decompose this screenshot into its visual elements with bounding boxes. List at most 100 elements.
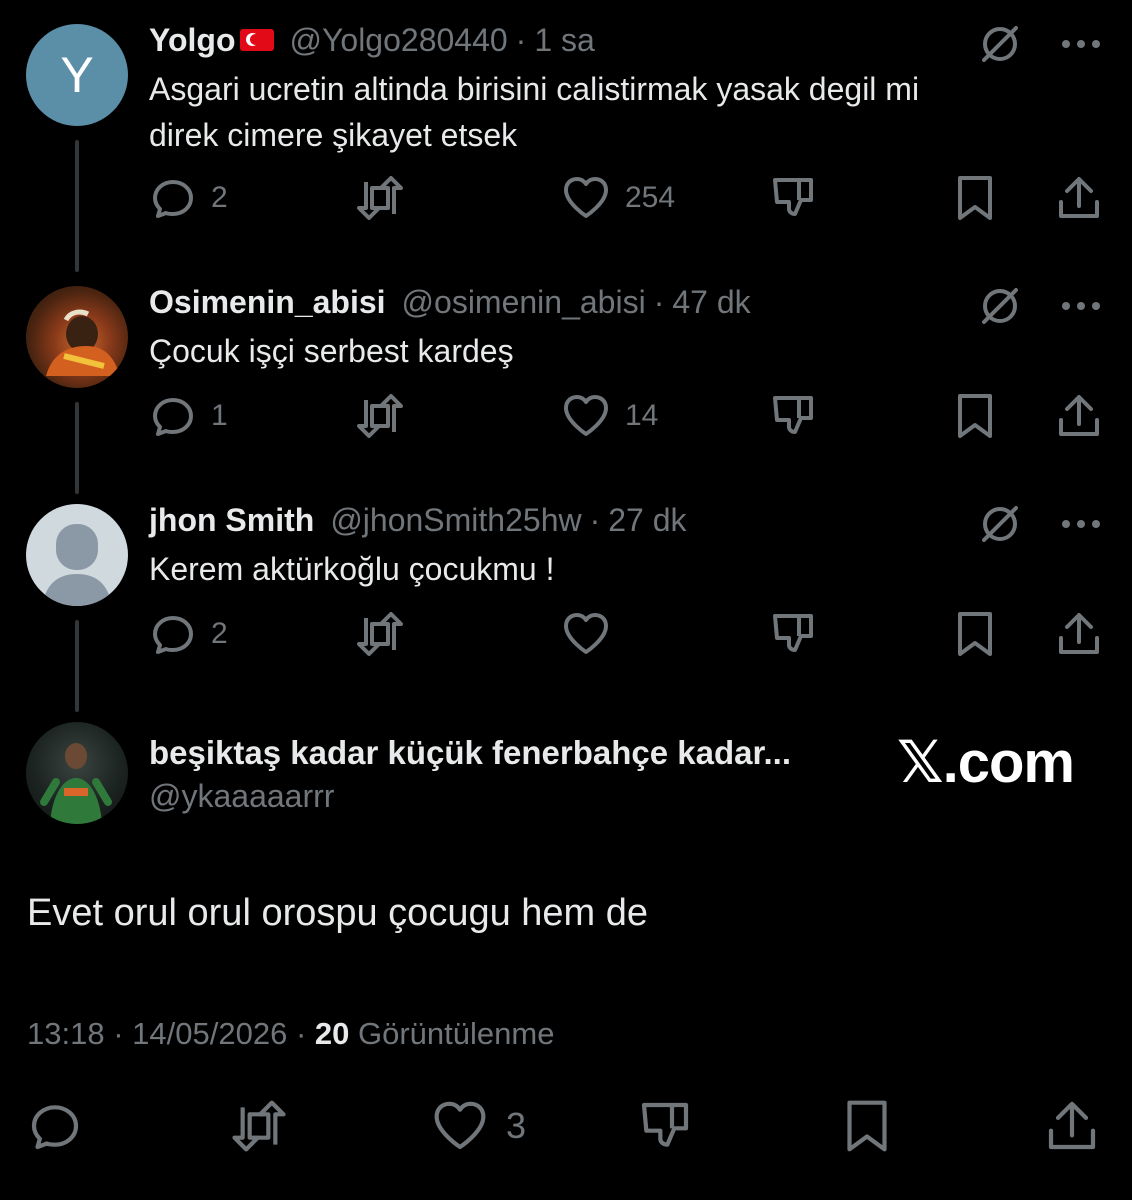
share-icon [1048, 1101, 1096, 1150]
downvote-button[interactable] [769, 174, 817, 222]
like-count: 14 [625, 399, 659, 432]
like-count: 3 [506, 1105, 527, 1146]
action-bar: 2 [149, 610, 1104, 658]
retweet-icon [357, 394, 403, 438]
reply-button[interactable]: 1 [149, 392, 228, 440]
reply-count: 2 [211, 617, 228, 650]
like-button[interactable]: 254 [561, 174, 675, 222]
downvote-button[interactable] [636, 1098, 694, 1154]
thumbs-down-icon [773, 614, 813, 652]
more-options-icon[interactable] [1060, 38, 1102, 50]
timestamp[interactable]: 47 dk [672, 284, 750, 321]
like-count: 254 [625, 181, 676, 214]
retweet-icon [357, 612, 403, 656]
thumbs-down-icon [641, 1102, 689, 1147]
user-name[interactable]: jhon Smith [149, 502, 314, 539]
tweet-meta: 13:18 · 14/05/2026 · 20 Görüntülenme [27, 1016, 554, 1052]
user-name[interactable]: Osimenin_abisi [149, 284, 386, 321]
bookmark-icon [847, 1100, 887, 1152]
user-name[interactable]: Yolgo [149, 22, 236, 59]
thread-line [75, 140, 79, 272]
user-name[interactable]: beşiktaş kadar küçük fenerbahçe kadar... [149, 734, 791, 772]
more-options-icon[interactable] [1060, 518, 1102, 530]
thumbs-down-icon [773, 178, 813, 216]
like-button[interactable]: 3 [430, 1098, 526, 1154]
player-photo [46, 309, 120, 376]
downvote-button[interactable] [769, 610, 817, 658]
avatar[interactable] [26, 286, 128, 388]
share-icon [1059, 395, 1099, 436]
reply-count: 2 [211, 181, 228, 214]
tweet-text: Asgari ucretin altinda birisini calistir… [149, 66, 1049, 158]
share-button[interactable] [1044, 1098, 1100, 1154]
tweet-text-line: Çocuk işçi serbest kardeş [149, 333, 514, 369]
reply-button[interactable] [26, 1098, 84, 1154]
tweet-text-line: Kerem aktürkoğlu çocukmu ! [149, 551, 555, 587]
separator: · [589, 502, 601, 538]
retweet-button[interactable] [228, 1098, 290, 1154]
heart-icon [564, 613, 608, 654]
timestamp[interactable]: 27 dk [608, 502, 686, 539]
downvote-button[interactable] [769, 392, 817, 440]
tweet-time[interactable]: 13:18 [27, 1016, 105, 1051]
user-handle[interactable]: @osimenin_abisi [402, 284, 646, 321]
tweet-text-line: direk cimere şikayet etsek [149, 117, 518, 153]
separator: · [113, 1016, 124, 1051]
share-icon [1059, 613, 1099, 654]
bookmark-icon [958, 176, 992, 220]
views-label: Görüntülenme [358, 1016, 555, 1051]
bookmark-icon [958, 612, 992, 656]
user-handle[interactable]: @ykaaaaarrr [149, 778, 334, 815]
user-handle[interactable]: @Yolgo280440 [290, 22, 508, 59]
separator: · [295, 1016, 307, 1051]
reply-icon [153, 616, 193, 654]
reply-tweet[interactable]: Osimenin_abisi @osimenin_abisi · 47 dk Ç… [0, 280, 1132, 500]
player-photo [40, 743, 112, 824]
retweet-button[interactable] [354, 610, 420, 658]
separator: · [653, 284, 665, 320]
avatar[interactable] [26, 722, 128, 824]
bookmark-button[interactable] [954, 174, 996, 222]
grok-icon[interactable] [978, 22, 1022, 66]
separator: · [515, 22, 527, 58]
tweet-date[interactable]: 14/05/2026 [132, 1016, 287, 1051]
thumbs-down-icon [773, 396, 813, 434]
retweet-button[interactable] [354, 174, 420, 222]
share-button[interactable] [1055, 174, 1103, 222]
bookmark-button[interactable] [842, 1098, 892, 1154]
retweet-icon [232, 1100, 286, 1152]
reply-button[interactable]: 2 [149, 174, 228, 222]
bookmark-button[interactable] [954, 392, 996, 440]
timestamp[interactable]: 1 sa [534, 22, 594, 59]
reply-icon [153, 398, 193, 436]
action-bar: 1 14 [149, 392, 1104, 440]
avatar[interactable] [26, 504, 128, 606]
like-button[interactable]: 14 [561, 392, 658, 440]
bookmark-icon [958, 394, 992, 438]
share-button[interactable] [1055, 392, 1103, 440]
reply-icon [31, 1105, 79, 1150]
action-bar: 2 254 [149, 174, 1104, 222]
thread-line [75, 402, 79, 494]
retweet-button[interactable] [354, 392, 420, 440]
share-button[interactable] [1055, 610, 1103, 658]
tweet-text-line: Asgari ucretin altinda birisini calistir… [149, 71, 920, 107]
grok-icon[interactable] [978, 502, 1022, 546]
default-avatar-icon [42, 524, 112, 606]
user-handle[interactable]: @jhonSmith25hw [330, 502, 581, 539]
share-icon [1059, 177, 1099, 218]
avatar[interactable]: Y [26, 24, 128, 126]
bookmark-button[interactable] [954, 610, 996, 658]
reply-tweet[interactable]: Y Yolgo @Yolgo280440 · 1 sa Asgari ucret… [0, 18, 1132, 278]
reply-count: 1 [211, 399, 228, 432]
turkey-flag-icon [239, 29, 274, 51]
more-options-icon[interactable] [1060, 300, 1102, 312]
like-button[interactable] [561, 610, 625, 658]
heart-icon [564, 177, 608, 218]
views-count: 20 [314, 1016, 350, 1051]
reply-button[interactable]: 2 [149, 610, 228, 658]
tweet-text: Çocuk işçi serbest kardeş [149, 328, 1049, 374]
reply-tweet[interactable]: jhon Smith @jhonSmith25hw · 27 dk Kerem … [0, 498, 1132, 718]
grok-icon[interactable] [978, 284, 1022, 328]
thread-line [75, 620, 79, 712]
